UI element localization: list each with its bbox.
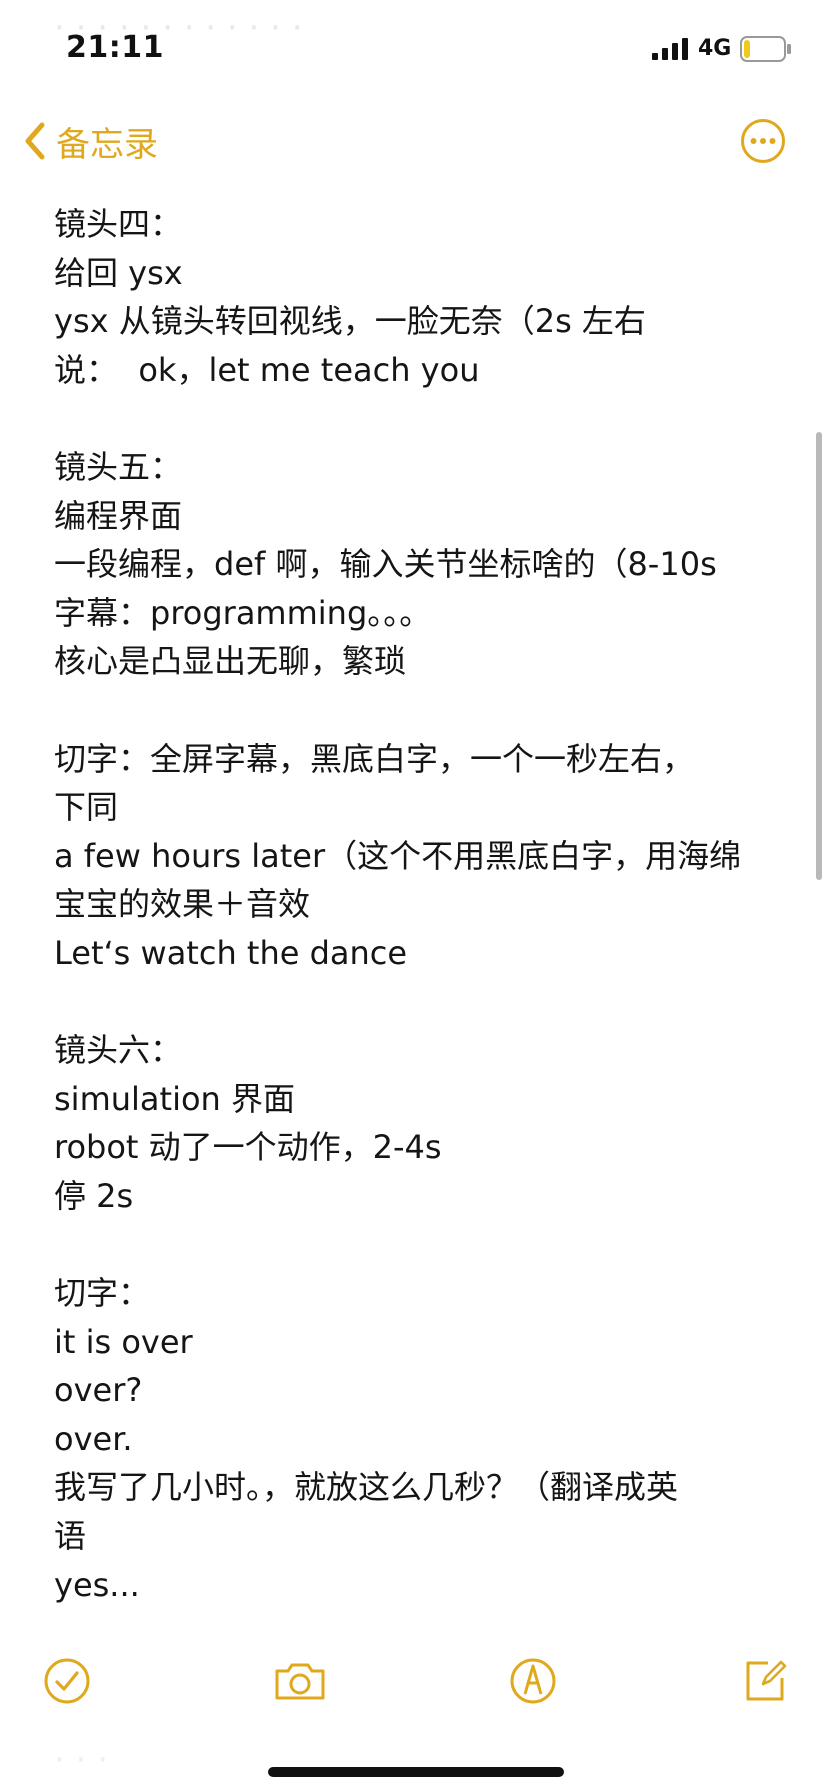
note-line: 停 2s <box>54 1176 134 1215</box>
cellular-signal-icon <box>652 38 688 60</box>
more-options-button[interactable] <box>740 118 786 164</box>
note-line: 给回 ysx <box>54 253 183 292</box>
camera-button[interactable] <box>272 1656 328 1706</box>
status-time: 21:11 <box>66 30 164 65</box>
note-line: 字幕：programming。。。 <box>54 593 432 632</box>
compose-icon <box>746 1660 787 1701</box>
note-line: ysx 从镜头转回视线，一脸无奈（2s 左右 <box>54 302 646 341</box>
note-line: Let‘s watch the dance <box>54 933 408 972</box>
checklist-icon <box>44 1658 90 1704</box>
status-bar: 21:11 4G <box>0 0 828 100</box>
note-line: 我写了几小时。，就放这么几秒？（翻译成英 <box>54 1468 679 1507</box>
note-line: 镜头六： <box>54 1031 183 1070</box>
note-line: 镜头四： <box>54 205 183 243</box>
markup-button[interactable] <box>508 1656 558 1706</box>
scroll-indicator[interactable] <box>816 432 822 880</box>
back-button[interactable]: 备忘录 <box>24 116 158 166</box>
note-line <box>54 686 774 735</box>
battery-icon <box>740 36 791 62</box>
note-line: it is over <box>54 1322 193 1361</box>
note-line: 核心是凸显出无聊，繁琐 <box>54 642 407 681</box>
camera-icon <box>275 1663 325 1700</box>
note-line: 说： ok，let me teach you <box>54 350 480 389</box>
note-line: robot 动了一个动作，2-4s <box>54 1128 442 1167</box>
home-indicator[interactable] <box>268 1767 564 1777</box>
compose-button[interactable] <box>740 1656 790 1706</box>
note-line: a few hours later（这个不用黑底白字，用海绵 <box>54 836 742 875</box>
note-line: 切字： <box>54 1274 151 1313</box>
note-line: 下同 <box>54 788 119 827</box>
scrolled-ghost-text-bottom: · · · <box>54 1740 109 1780</box>
back-button-label: 备忘录 <box>56 124 158 165</box>
note-line: yes... <box>54 1565 140 1604</box>
network-type-label: 4G <box>698 36 732 61</box>
note-line: 编程界面 <box>54 496 183 535</box>
note-content[interactable]: 镜头四： 给回 ysx ysx 从镜头转回视线，一脸无奈（2s 左右 说： ok，le… <box>54 200 774 1609</box>
note-line: simulation 界面 <box>54 1079 295 1118</box>
note-line: over. <box>54 1419 133 1458</box>
note-line: 宝宝的效果＋音效 <box>54 885 311 924</box>
checklist-button[interactable] <box>42 1656 92 1706</box>
note-line: 切字：全屏字幕，黑底白字，一个一秒左右， <box>54 739 695 778</box>
note-line: 一段编程，def 啊，输入关节坐标啥的（8-10s <box>54 545 717 584</box>
note-line <box>54 978 774 1027</box>
note-line <box>54 1220 774 1269</box>
battery-level-fill <box>744 40 750 58</box>
note-line: 镜头五： <box>54 447 183 486</box>
markup-pen-icon <box>510 1658 556 1704</box>
note-line <box>54 394 774 443</box>
note-line: over? <box>54 1371 143 1410</box>
chevron-left-icon <box>25 122 45 160</box>
note-line: 语 <box>54 1517 87 1556</box>
